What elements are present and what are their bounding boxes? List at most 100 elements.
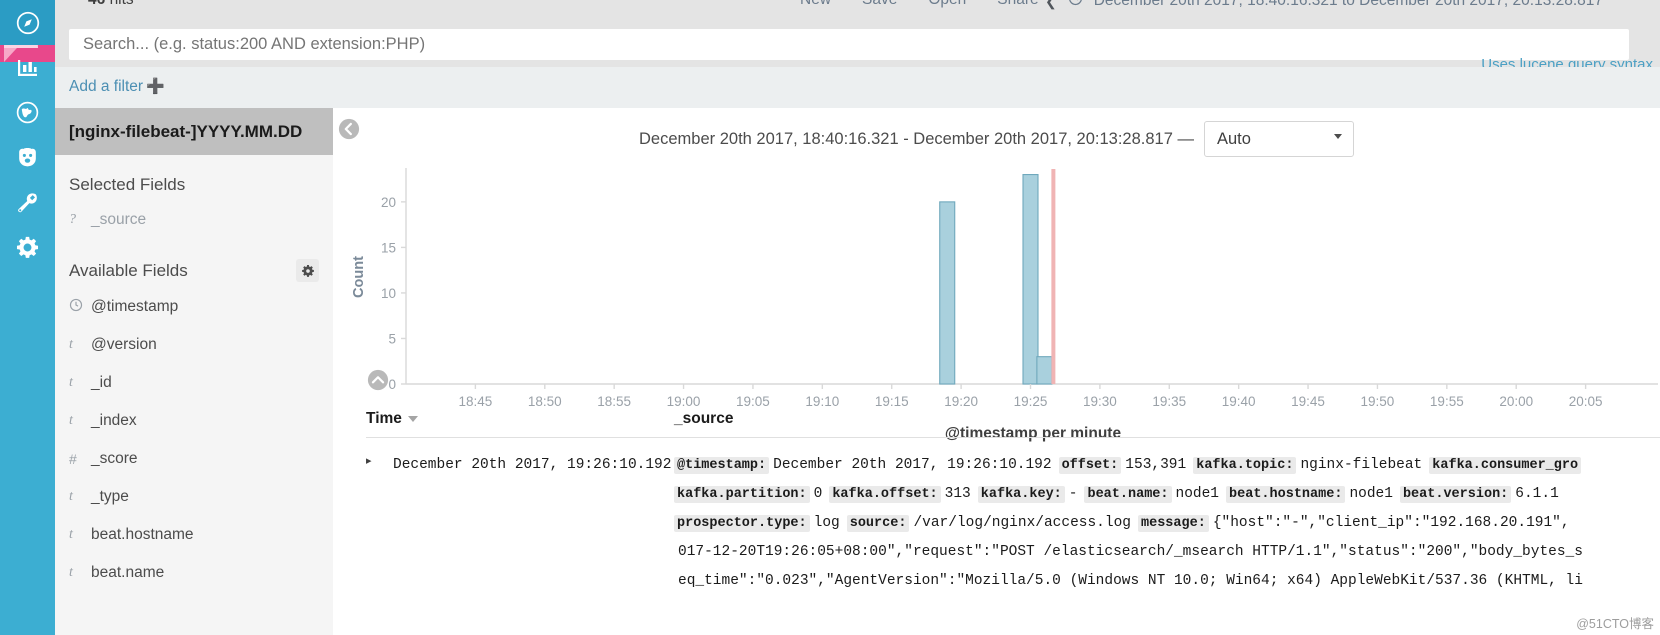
hits-label: hits xyxy=(110,0,134,8)
list-item[interactable]: @timestamp xyxy=(55,288,333,326)
top-bar: 46 hits New Save Open Share ❮ December 2… xyxy=(55,0,1660,22)
field-name-label: _index xyxy=(91,412,137,429)
list-item[interactable]: ? _source xyxy=(55,201,333,239)
list-item[interactable]: t beat.hostname xyxy=(55,516,333,554)
field-value: December 20th 2017, 19:26:10.192 xyxy=(773,457,1052,473)
globe-icon xyxy=(15,100,40,125)
sidebar-item-devtools[interactable] xyxy=(0,180,55,225)
list-item[interactable]: t @version xyxy=(55,326,333,364)
table-body: ▸ December 20th 2017, 19:26:10.192 @timest… xyxy=(366,438,1660,596)
field-name-label: @timestamp xyxy=(91,298,179,315)
row-time-cell: December 20th 2017, 19:26:10.192 xyxy=(393,457,672,473)
index-pattern-label: [nginx-filebeat-]YYYY.MM.DD xyxy=(69,121,303,141)
list-item[interactable]: t _id xyxy=(55,364,333,402)
field-value: log xyxy=(813,515,840,531)
source-line: kafka.partition: 0 kafka.offset: 313 kafka.k… xyxy=(674,480,1660,509)
field-value: nginx-filebeat xyxy=(1300,457,1423,473)
table-row[interactable]: ▸ December 20th 2017, 19:26:10.192 @timest… xyxy=(366,438,1660,596)
field-value: 313 xyxy=(944,486,971,502)
field-value: node1 xyxy=(1175,486,1220,502)
sidebar-item-visualize[interactable] xyxy=(0,45,55,90)
column-header-time[interactable]: Time xyxy=(366,410,674,428)
field-type-icon: t xyxy=(69,337,73,352)
field-type-icon: t xyxy=(69,565,73,580)
time-range-label[interactable]: December 20th 2017, 18:40:16.321 to Dece… xyxy=(1094,0,1603,10)
share-button[interactable]: Share xyxy=(997,0,1038,9)
field-value: eq_time":"0.023","AgentVersion":"Mozilla… xyxy=(678,573,1583,589)
field-key: kafka.topic: xyxy=(1193,457,1297,474)
new-button[interactable]: New xyxy=(800,0,831,9)
field-key: prospector.type: xyxy=(674,515,810,532)
field-type-icon: t xyxy=(69,375,73,390)
caret-down-icon[interactable] xyxy=(407,415,418,422)
field-value: 6.1.1 xyxy=(1515,486,1559,502)
field-name-label: _score xyxy=(91,450,138,467)
field-value: - xyxy=(1068,486,1078,502)
field-name-label: _source xyxy=(91,211,147,228)
field-value: 017-12-20T19:26:05+08:00","request":"POS… xyxy=(678,544,1583,560)
compass-icon xyxy=(15,10,41,36)
open-button[interactable]: Open xyxy=(928,0,966,9)
field-key: @timestamp: xyxy=(674,457,770,474)
field-name-label: _id xyxy=(91,374,112,391)
field-key: kafka.partition: xyxy=(674,486,810,503)
list-item[interactable]: # _score xyxy=(55,440,333,478)
add-filter-button[interactable]: Add a filter ➕ xyxy=(69,77,165,96)
available-fields-header: Available Fields xyxy=(55,239,333,288)
save-button[interactable]: Save xyxy=(862,0,897,9)
chevron-up-circle-icon[interactable] xyxy=(367,369,389,391)
field-value: 0 xyxy=(813,486,823,502)
chart-header: December 20th 2017, 18:40:16.321 - Decem… xyxy=(333,118,1660,160)
field-value: 153,391 xyxy=(1125,457,1187,473)
field-name-label: _type xyxy=(91,488,129,505)
field-sidebar: [nginx-filebeat-]YYYY.MM.DD Selected Fie… xyxy=(55,108,333,635)
sidebar-item-timelion[interactable] xyxy=(0,135,55,180)
field-key: offset: xyxy=(1058,457,1122,474)
row-source-cell: @timestamp: December 20th 2017, 19:26:10.… xyxy=(674,451,1660,596)
interval-select[interactable]: AutoMillisecondSecondMinuteHourlyDailyWe… xyxy=(1203,121,1354,157)
watermark: @51CTO博客 xyxy=(1576,617,1654,631)
list-item[interactable]: t _index xyxy=(55,402,333,440)
column-header-source: _source xyxy=(674,409,734,427)
search-input[interactable] xyxy=(69,29,1629,60)
field-value: {"host":"-","client_ip":"192.168.20.191"… xyxy=(1212,515,1570,531)
source-line: @timestamp: December 20th 2017, 19:26:10.… xyxy=(674,451,1660,480)
field-name-label: beat.hostname xyxy=(91,526,194,543)
wrench-icon xyxy=(15,190,40,215)
time-picker[interactable]: ❮ December 20th 2017, 18:40:16.321 to De… xyxy=(1045,0,1603,11)
field-key: beat.version: xyxy=(1399,486,1512,503)
source-line: prospector.type: log source:/var/log/nginx… xyxy=(674,509,1660,538)
interval-selector-wrap: AutoMillisecondSecondMinuteHourlyDailyWe… xyxy=(1203,121,1354,157)
field-type-icon: # xyxy=(69,451,77,467)
add-filter-label: Add a filter xyxy=(69,78,144,95)
sidebar-item-management[interactable] xyxy=(0,225,55,270)
svg-text:0: 0 xyxy=(388,377,396,392)
field-key: kafka.key: xyxy=(977,486,1065,503)
selected-fields-title: Selected Fields xyxy=(69,175,186,194)
chart-time-range-label: December 20th 2017, 18:40:16.321 - Decem… xyxy=(639,129,1194,148)
field-type-icon: t xyxy=(69,489,73,504)
list-item[interactable]: t _type xyxy=(55,478,333,516)
hits-count: 46 xyxy=(88,0,105,8)
available-fields-list: @timestamp t @version t _id t _index # _score t _t… xyxy=(55,288,333,592)
caret-right-icon[interactable]: ▸ xyxy=(366,451,393,596)
sidebar-item-discover[interactable] xyxy=(0,0,55,45)
discover-main-panel: December 20th 2017, 18:40:16.321 - Decem… xyxy=(333,108,1660,635)
top-nav-menu: New Save Open Share xyxy=(800,0,1039,9)
svg-text:15: 15 xyxy=(381,240,396,255)
list-item[interactable]: t beat.name xyxy=(55,554,333,592)
index-pattern-selector[interactable]: [nginx-filebeat-]YYYY.MM.DD xyxy=(55,108,333,155)
field-key: kafka.offset: xyxy=(829,486,941,503)
field-type-icon: ? xyxy=(69,212,76,227)
field-settings-gear-icon[interactable] xyxy=(296,259,319,282)
field-name-label: beat.name xyxy=(91,564,165,581)
chevron-left-icon[interactable]: ❮ xyxy=(1045,0,1057,10)
field-key: source: xyxy=(846,515,910,532)
sidebar-item-dashboard[interactable] xyxy=(0,90,55,135)
table-header-row: Time _source xyxy=(366,400,1660,438)
field-value: node1 xyxy=(1349,486,1393,502)
svg-text:20: 20 xyxy=(381,195,396,210)
column-header-time-label: Time xyxy=(366,409,402,427)
source-line: 017-12-20T19:26:05+08:00","request":"POS… xyxy=(674,538,1660,567)
field-type-icon xyxy=(69,298,91,317)
